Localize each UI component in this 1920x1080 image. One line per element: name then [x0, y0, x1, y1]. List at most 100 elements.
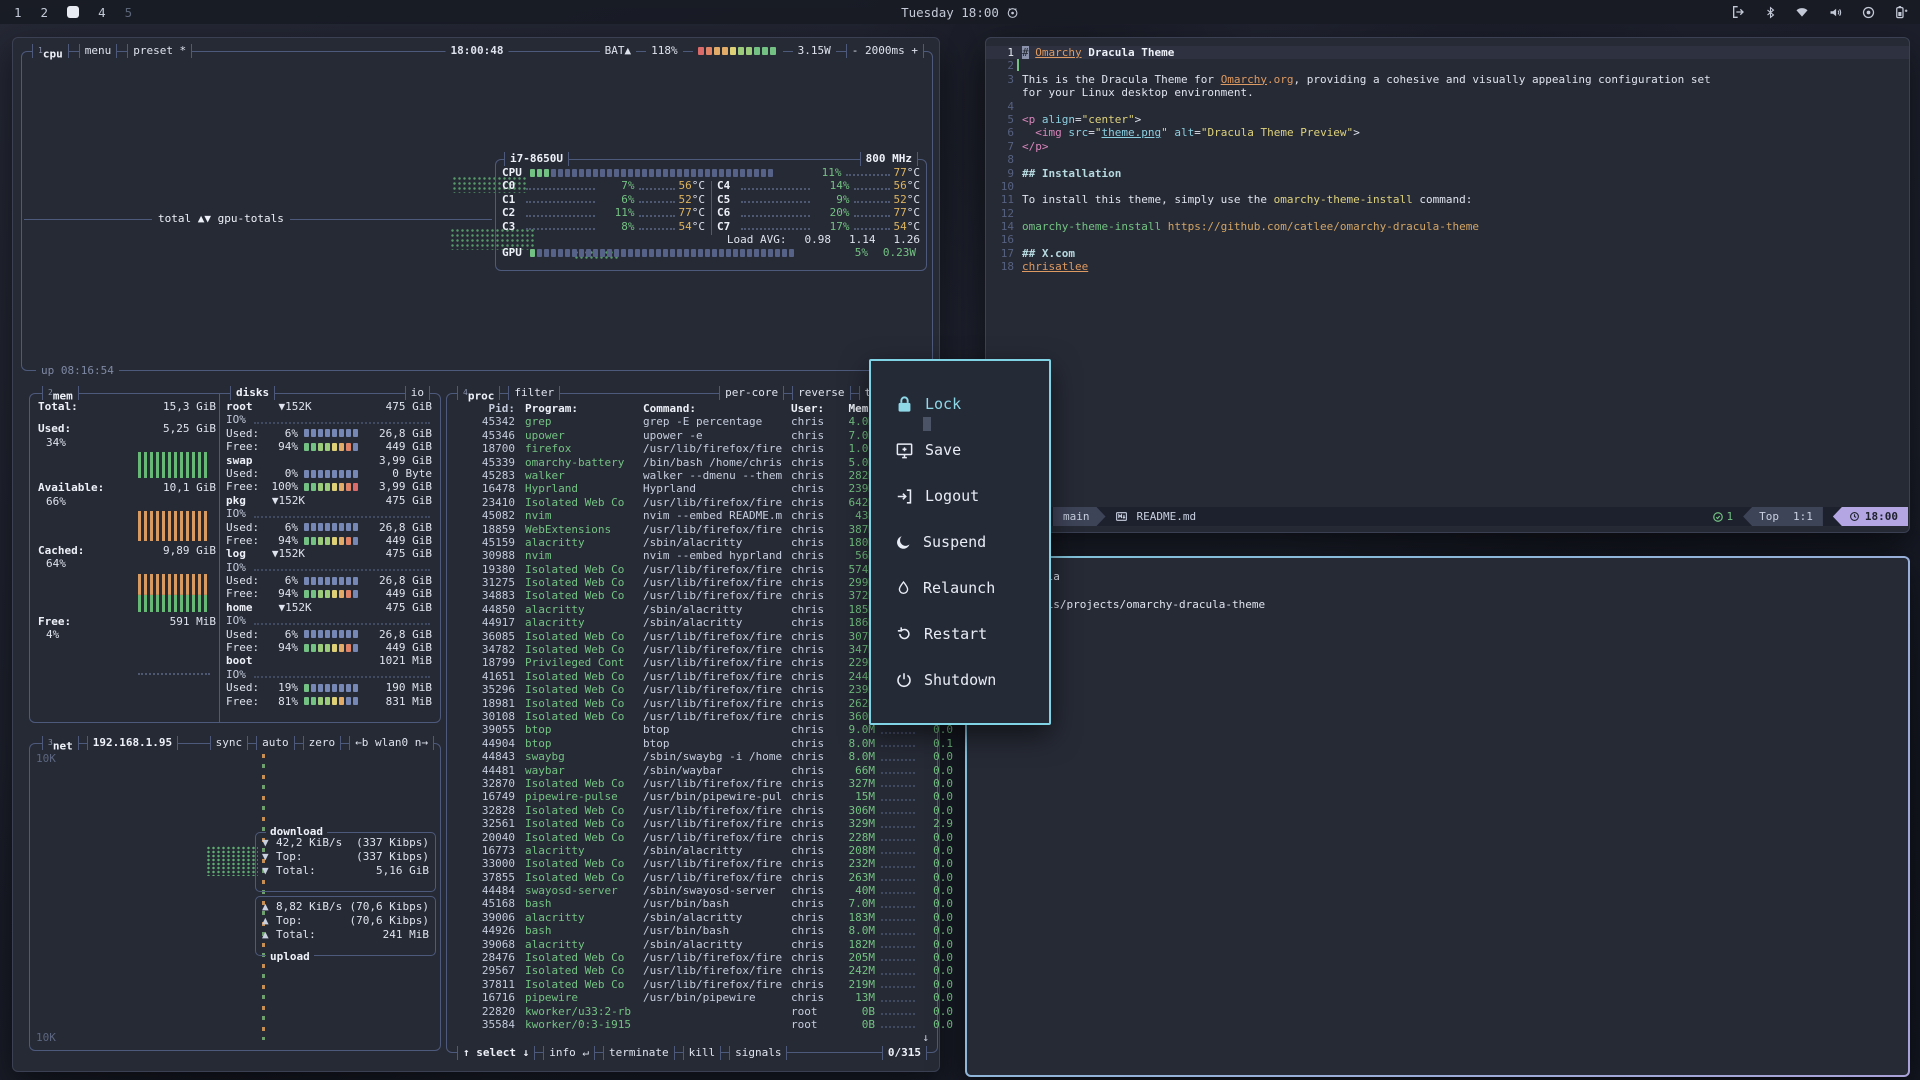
process-row[interactable]: 34883Isolated Web Co/usr/lib/firefox/fir… [447, 589, 937, 602]
core-C1: C16%52°C [496, 193, 711, 206]
screenshare-logout-icon[interactable] [1731, 4, 1747, 20]
proc-box-title[interactable]: 4proc [457, 386, 500, 400]
process-row[interactable]: 29567Isolated Web Co/usr/lib/firefox/fir… [447, 964, 937, 977]
graph-mode-label[interactable]: total ▲▼ gpu-totals [152, 212, 290, 225]
terminate-action[interactable]: terminate [603, 1046, 675, 1060]
process-row[interactable]: 30108Isolated Web Co/usr/lib/firefox/fir… [447, 710, 937, 723]
process-row[interactable]: 44904btopbtopchris8.0M0.1 [447, 737, 937, 750]
bluetooth-icon[interactable] [1764, 5, 1777, 20]
workspace-3-active[interactable] [67, 6, 79, 18]
battery-icon[interactable] [1893, 4, 1908, 20]
process-row[interactable]: 16773alacritty/sbin/alacrittychris208M0.… [447, 844, 937, 857]
process-row[interactable]: 18859WebExtensions/usr/lib/firefox/firec… [447, 523, 937, 536]
process-row[interactable]: 45082nvimnvim --embed README.mchris43M [447, 509, 937, 522]
proc-option-per-core[interactable]: per-core [719, 386, 784, 400]
select-control[interactable]: ↑ select ↓ [457, 1046, 535, 1060]
process-row[interactable]: 39006alacritty/sbin/alacrittychris183M0.… [447, 911, 937, 924]
process-row[interactable]: 45283walkerwalker --dmenu --themchris282… [447, 469, 937, 482]
process-row[interactable]: 30988nvimnvim --embed hyprlandchris56M [447, 549, 937, 562]
disk-root[interactable]: root▼152K475 GiB [226, 400, 432, 413]
screen-record-icon[interactable] [1861, 5, 1876, 20]
process-row[interactable]: 32870Isolated Web Co/usr/lib/firefox/fir… [447, 777, 937, 790]
scroll-down-indicator[interactable]: ↓ [922, 1031, 929, 1044]
kill-action[interactable]: kill [683, 1046, 722, 1060]
mem-box-title[interactable]: 2mem [42, 386, 79, 400]
process-row[interactable]: 45159alacritty/sbin/alacrittychris180M [447, 536, 937, 549]
workspace-5[interactable]: 5 [125, 5, 133, 20]
terminal-content[interactable]: ➜ z dracula➜ pwd/home/chris/projects/oma… [967, 558, 1908, 1075]
menu-item-suspend[interactable]: Suspend [871, 519, 1049, 565]
process-row[interactable]: 44926bash/usr/bin/bashchris8.0M0.0 [447, 924, 937, 937]
info-action[interactable]: info ↵ [543, 1046, 595, 1060]
disk-pkg[interactable]: pkg▼152K475 GiB [226, 494, 432, 507]
process-row[interactable]: 45339omarchy-battery/bin/bash /home/chri… [447, 456, 937, 469]
process-row[interactable]: 32828Isolated Web Co/usr/lib/firefox/fir… [447, 804, 937, 817]
menu-item-logout[interactable]: Logout [871, 473, 1049, 519]
editor-text-area[interactable]: 1# Omarchy Dracula Theme23This is the Dr… [986, 38, 1909, 274]
process-row[interactable]: 18799Privileged Cont/usr/lib/firefox/fir… [447, 656, 937, 669]
menu-item-restart[interactable]: Restart [871, 611, 1049, 657]
net-box-title[interactable]: 3net [42, 736, 79, 750]
volume-icon[interactable] [1827, 5, 1844, 20]
workspace-1[interactable]: 1 [14, 5, 22, 20]
process-row[interactable]: 19380Isolated Web Co/usr/lib/firefox/fir… [447, 563, 937, 576]
process-row[interactable]: 44850alacritty/sbin/alacrittychris185M [447, 603, 937, 616]
net-button-interface[interactable]: ←b wlan0 n→ [349, 736, 434, 750]
process-row[interactable]: 44917alacritty/sbin/alacrittychris186M [447, 616, 937, 629]
process-row[interactable]: 44481waybar/sbin/waybarchris66M0.0 [447, 764, 937, 777]
menu-item-save[interactable]: Save [871, 427, 1049, 473]
process-row[interactable]: 18981Isolated Web Co/usr/lib/firefox/fir… [447, 697, 937, 710]
process-row[interactable]: 16478HyprlandHyprlandchris239M [447, 482, 937, 495]
process-row[interactable]: 20040Isolated Web Co/usr/lib/firefox/fir… [447, 831, 937, 844]
menu-button[interactable]: menu [79, 44, 118, 58]
process-row[interactable]: 44484swayosd-server/sbin/swayosd-serverc… [447, 884, 937, 897]
cpu-box-title[interactable]: 1cpu [32, 44, 69, 58]
proc-footer: ↑ select ↓ info ↵ terminate kill signals… [447, 1046, 937, 1060]
process-row[interactable]: 45346upowerupower -echris7.0M [447, 429, 937, 442]
process-row[interactable]: 28476Isolated Web Co/usr/lib/firefox/fir… [447, 951, 937, 964]
process-row[interactable]: 41651Isolated Web Co/usr/lib/firefox/fir… [447, 670, 937, 683]
disk-io-row: IO% [226, 413, 432, 426]
process-row[interactable]: 45342grepgrep -E percentagechris4.0M [447, 415, 937, 428]
preset-button[interactable]: preset * [127, 44, 192, 58]
process-row[interactable]: 31275Isolated Web Co/usr/lib/firefox/fir… [447, 576, 937, 589]
signals-action[interactable]: signals [729, 1046, 787, 1060]
process-row[interactable]: 16716pipewire/usr/bin/pipewirechris13M0.… [447, 991, 937, 1004]
disk-log[interactable]: log▼152K475 GiB [226, 547, 432, 560]
proc-option-reverse[interactable]: reverse [792, 386, 850, 400]
process-row[interactable]: 35584kworker/0:3-i915root0B0.0 [447, 1018, 937, 1031]
process-row[interactable]: 18700firefox/usr/lib/firefox/firechris1.… [447, 442, 937, 455]
process-row[interactable]: 44843swaybg/sbin/swaybg -i /homechris8.0… [447, 750, 937, 763]
workspace-2[interactable]: 2 [41, 5, 49, 20]
process-row[interactable]: 35296Isolated Web Co/usr/lib/firefox/fir… [447, 683, 937, 696]
net-button-sync[interactable]: sync [210, 736, 249, 750]
workspace-4[interactable]: 4 [98, 5, 106, 20]
process-row[interactable]: 36085Isolated Web Co/usr/lib/firefox/fir… [447, 630, 937, 643]
process-row[interactable]: 39055btopbtopchris9.0M0.0 [447, 723, 937, 736]
process-row[interactable]: 22820kworker/u33:2-rbroot0B0.0 [447, 1005, 937, 1018]
process-row[interactable]: 32561Isolated Web Co/usr/lib/firefox/fir… [447, 817, 937, 830]
io-toggle[interactable]: io [405, 386, 430, 400]
process-row[interactable]: 33000Isolated Web Co/usr/lib/firefox/fir… [447, 857, 937, 870]
process-row[interactable]: 23410Isolated Web Co/usr/lib/firefox/fir… [447, 496, 937, 509]
menu-item-shutdown[interactable]: Shutdown [871, 657, 1049, 703]
omarchy-update-icon[interactable] [1006, 6, 1019, 19]
menu-item-relaunch[interactable]: Relaunch [871, 565, 1049, 611]
disk-boot[interactable]: boot1021 MiB [226, 654, 432, 667]
disks-box-title[interactable]: disks [230, 386, 275, 400]
menu-item-lock[interactable]: Lock [871, 381, 1049, 427]
process-row[interactable]: 16749pipewire-pulse/usr/bin/pipewire-pul… [447, 790, 937, 803]
process-row[interactable]: 37855Isolated Web Co/usr/lib/firefox/fir… [447, 871, 937, 884]
disk-swap[interactable]: swap3,99 GiB [226, 454, 432, 467]
wifi-icon[interactable] [1794, 5, 1810, 19]
process-row[interactable]: 39068alacritty/sbin/alacrittychris182M0.… [447, 938, 937, 951]
process-row[interactable]: 37811Isolated Web Co/usr/lib/firefox/fir… [447, 978, 937, 991]
update-interval-control[interactable]: - 2000ms + [846, 44, 924, 58]
line-number: 10 [986, 180, 1014, 193]
process-row[interactable]: 34782Isolated Web Co/usr/lib/firefox/fir… [447, 643, 937, 656]
net-button-zero[interactable]: zero [303, 736, 342, 750]
filter-button[interactable]: filter [508, 386, 560, 400]
net-button-auto[interactable]: auto [256, 736, 295, 750]
disk-home[interactable]: home▼152K475 GiB [226, 601, 432, 614]
process-row[interactable]: 45168bash/usr/bin/bashchris7.0M0.0 [447, 897, 937, 910]
